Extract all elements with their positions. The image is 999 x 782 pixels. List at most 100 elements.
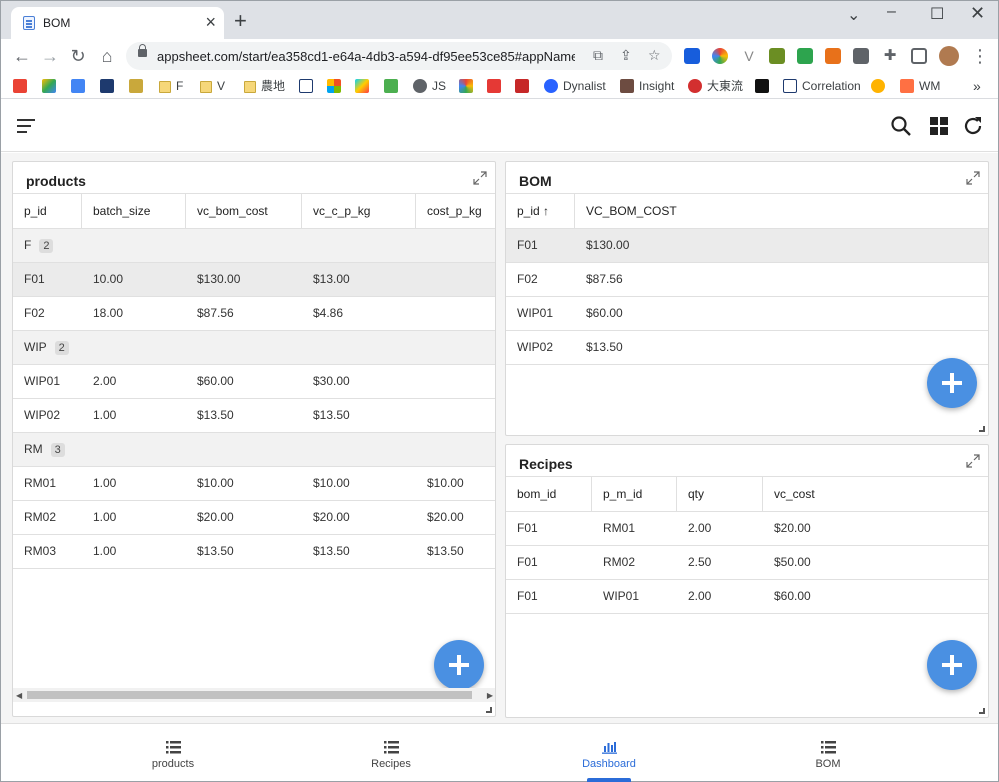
- menu-icon[interactable]: [17, 119, 35, 137]
- resize-handle-icon[interactable]: [486, 707, 492, 713]
- resize-handle-icon[interactable]: [979, 426, 985, 432]
- address-bar[interactable]: appsheet.com/start/ea358cd1-e64a-4db3-a5…: [126, 42, 672, 70]
- nav-bom[interactable]: BOM: [773, 724, 883, 782]
- url-text[interactable]: appsheet.com/start/ea358cd1-e64a-4db3-a5…: [157, 49, 575, 64]
- more-menu-icon[interactable]: ⋮: [969, 45, 991, 67]
- back-icon[interactable]: ←: [11, 45, 33, 67]
- bookmark-folder-farmland[interactable]: 農地: [244, 78, 285, 94]
- sync-icon[interactable]: [961, 114, 985, 138]
- add-product-button[interactable]: [434, 640, 484, 690]
- side-panel-icon[interactable]: [911, 48, 927, 64]
- column-header[interactable]: p_m_id: [592, 477, 677, 511]
- rss-bookmark[interactable]: [100, 78, 119, 94]
- table-row[interactable]: RM01 1.00 $10.00 $10.00 $10.00: [13, 467, 495, 501]
- scroll-right-icon[interactable]: ▶: [487, 691, 493, 700]
- add-bom-button[interactable]: [927, 358, 977, 408]
- table-row[interactable]: WIP02 $13.50: [506, 331, 988, 365]
- drive-bookmark[interactable]: [42, 78, 61, 94]
- bookmark-folder-f[interactable]: F: [159, 78, 183, 94]
- expand-icon[interactable]: [966, 171, 980, 185]
- column-header[interactable]: vc_cost: [763, 477, 988, 511]
- x-bookmark[interactable]: [755, 78, 774, 94]
- bookmark-daitoryu[interactable]: 大東流: [688, 78, 743, 94]
- maximize-icon[interactable]: ☐: [930, 4, 944, 24]
- table-row[interactable]: RM03 1.00 $13.50 $13.50 $13.50: [13, 535, 495, 569]
- bookmark-js[interactable]: JS: [413, 78, 446, 94]
- lock-extension-icon[interactable]: [825, 48, 841, 64]
- table-row[interactable]: WIP01 $60.00: [506, 297, 988, 331]
- column-header[interactable]: VC_BOM_COST: [575, 194, 988, 228]
- nav-products[interactable]: products: [118, 724, 228, 782]
- color-picker-icon[interactable]: [712, 48, 728, 64]
- horizontal-scrollbar[interactable]: ◀ ▶: [13, 688, 495, 702]
- table-row[interactable]: F01 RM02 2.50 $50.00: [506, 546, 988, 580]
- table-row[interactable]: F01 WIP01 2.00 $60.00: [506, 580, 988, 614]
- forward-icon[interactable]: →: [39, 45, 61, 67]
- scroll-left-icon[interactable]: ◀: [16, 691, 22, 700]
- co-bookmark[interactable]: [871, 78, 890, 94]
- mobi-bookmark[interactable]: [515, 78, 534, 94]
- column-header[interactable]: batch_size: [82, 194, 186, 228]
- column-header[interactable]: vc_bom_cost: [186, 194, 302, 228]
- extension-gray-icon[interactable]: [853, 48, 869, 64]
- minimize-icon[interactable]: –: [887, 3, 896, 21]
- vue-devtools-icon[interactable]: V: [741, 48, 757, 64]
- extensions-puzzle-icon[interactable]: ✚: [882, 48, 898, 64]
- bookmark-insight[interactable]: Insight: [620, 78, 674, 94]
- more-bookmarks-icon[interactable]: »: [973, 78, 981, 94]
- gmail-bookmark[interactable]: [13, 78, 32, 94]
- group-row-f[interactable]: F2: [13, 229, 495, 263]
- microsoft-bookmark[interactable]: [327, 78, 346, 94]
- home-icon[interactable]: ⌂: [96, 45, 118, 67]
- close-tab-icon[interactable]: ×: [205, 12, 216, 32]
- new-tab-icon[interactable]: +: [234, 10, 247, 32]
- csis-bookmark[interactable]: [299, 78, 318, 94]
- bookmark-star-icon[interactable]: ☆: [648, 47, 661, 64]
- table-row[interactable]: WIP02 1.00 $13.50 $13.50: [13, 399, 495, 433]
- profile-avatar[interactable]: [939, 46, 959, 66]
- browser-tab[interactable]: BOM ×: [11, 7, 224, 39]
- share-icon[interactable]: ⇪: [620, 47, 632, 64]
- add-recipe-button[interactable]: [927, 640, 977, 690]
- open-external-icon[interactable]: ⧉: [593, 47, 603, 64]
- table-row[interactable]: F01 RM01 2.00 $20.00: [506, 512, 988, 546]
- expand-icon[interactable]: [473, 171, 487, 185]
- play-bookmark[interactable]: [355, 78, 374, 94]
- bookmark-correlation[interactable]: Correlation: [783, 78, 861, 94]
- grid-view-icon[interactable]: [927, 114, 951, 138]
- scrollbar-thumb[interactable]: [27, 691, 472, 699]
- group-row-rm[interactable]: RM 3: [13, 433, 495, 467]
- bitwarden-icon[interactable]: [684, 48, 700, 64]
- bookmark-dynalist[interactable]: Dynalist: [544, 78, 606, 94]
- nav-recipes[interactable]: Recipes: [336, 724, 446, 782]
- calendar-bookmark[interactable]: [71, 78, 90, 94]
- column-header[interactable]: cost_p_kg: [416, 194, 495, 228]
- table-row[interactable]: WIP01 2.00 $60.00 $30.00: [13, 365, 495, 399]
- expand-icon[interactable]: [966, 454, 980, 468]
- code-bookmark[interactable]: [384, 78, 403, 94]
- bookmark-folder-v[interactable]: V: [200, 78, 225, 94]
- column-header[interactable]: p_id: [13, 194, 82, 228]
- window-close-icon[interactable]: ✕: [970, 3, 985, 24]
- bookmark-wm[interactable]: WM: [900, 78, 940, 94]
- table-row[interactable]: F01 10.00 $130.00 $13.00: [13, 263, 495, 297]
- resize-handle-icon[interactable]: [979, 708, 985, 714]
- extension-green-icon[interactable]: [797, 48, 813, 64]
- reload-icon[interactable]: ↻: [67, 45, 89, 67]
- column-header[interactable]: qty: [677, 477, 763, 511]
- pinwheel-bookmark[interactable]: [459, 78, 478, 94]
- column-header[interactable]: vc_c_p_kg: [302, 194, 416, 228]
- chart-bookmark[interactable]: [129, 78, 148, 94]
- table-row[interactable]: F01 $130.00: [506, 229, 988, 263]
- search-icon[interactable]: [889, 114, 913, 138]
- layers-icon[interactable]: [769, 48, 785, 64]
- chevron-down-icon[interactable]: ⌄: [847, 5, 860, 25]
- table-row[interactable]: F02 18.00 $87.56 $4.86: [13, 297, 495, 331]
- nav-dashboard[interactable]: Dashboard: [554, 724, 664, 782]
- column-header[interactable]: bom_id: [506, 477, 592, 511]
- table-row[interactable]: F02 $87.56: [506, 263, 988, 297]
- column-header[interactable]: p_id ↑: [506, 194, 575, 228]
- table-row[interactable]: RM02 1.00 $20.00 $20.00 $20.00: [13, 501, 495, 535]
- group-row-wip[interactable]: WIP 2: [13, 331, 495, 365]
- trend-bookmark[interactable]: [487, 78, 506, 94]
